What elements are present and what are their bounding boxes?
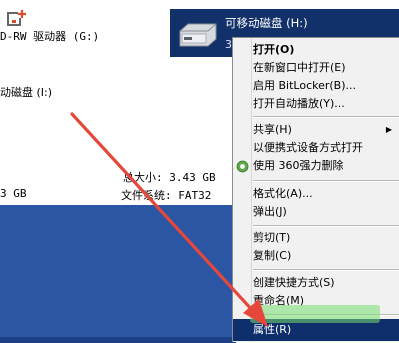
menu-item-share-label: 共享(H) <box>253 123 292 136</box>
dvd-drive-label[interactable]: D-RW 驱动器 (G:) <box>0 28 99 44</box>
menu-item-open[interactable]: 打开(O) <box>253 41 398 59</box>
context-menu: 打开(O) 在新窗口中打开(E) 启用 BitLocker(B)... 打开自动… <box>232 37 399 342</box>
size-short-text: 3 GB <box>0 187 27 200</box>
selected-drive-subtext: 3 <box>225 38 232 51</box>
menu-separator <box>253 269 399 271</box>
menu-item-enable-bitlocker[interactable]: 启用 BitLocker(B)... <box>253 77 398 95</box>
menu-item-open-new-window[interactable]: 在新窗口中打开(E) <box>253 59 398 77</box>
total-size-text: 总大小: 3.43 GB <box>123 171 216 184</box>
cursor-highlight <box>250 305 380 323</box>
360-delete-icon <box>236 160 249 173</box>
menu-item-create-shortcut[interactable]: 创建快捷方式(S) <box>253 274 398 292</box>
desktop-stripe <box>0 337 236 343</box>
menu-item-open-portable[interactable]: 以便携式设备方式打开 <box>253 139 398 157</box>
menu-item-eject[interactable]: 弹出(J) <box>253 203 398 221</box>
menu-item-360-delete[interactable]: 使用 360强力删除 <box>253 157 398 175</box>
menu-separator <box>253 116 399 118</box>
menu-item-share[interactable]: 共享(H) ▶ <box>253 121 398 139</box>
menu-icon-gutter <box>233 38 252 342</box>
app-corner-icon <box>6 8 28 30</box>
menu-item-format[interactable]: 格式化(A)... <box>253 185 398 203</box>
menu-separator <box>253 225 399 227</box>
submenu-arrow-icon: ▶ <box>385 125 392 134</box>
desktop-background-area <box>0 205 236 343</box>
menu-item-cut[interactable]: 剪切(T) <box>253 229 398 247</box>
removable-drive-i-label[interactable]: 动磁盘 (I:) <box>0 84 52 100</box>
menu-item-autoplay[interactable]: 打开自动播放(Y)... <box>253 95 398 113</box>
selected-drive-name: 可移动磁盘 (H:) <box>225 16 308 30</box>
removable-drive-icon <box>176 21 220 49</box>
menu-item-properties-label: 属性(R) <box>253 323 292 336</box>
menu-separator <box>253 180 399 182</box>
file-system-text: 文件系统: FAT32 <box>121 189 212 202</box>
menu-item-copy[interactable]: 复制(C) <box>253 247 398 265</box>
